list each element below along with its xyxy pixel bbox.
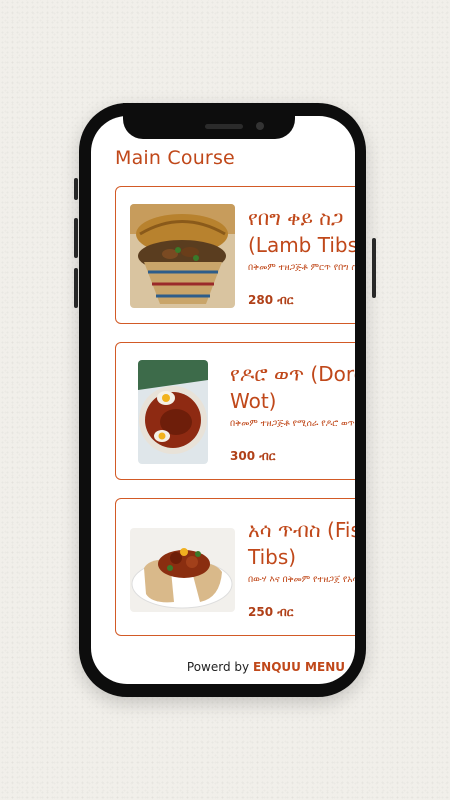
doro-wot-photo	[138, 360, 208, 464]
lamb-tibs-photo	[130, 204, 235, 308]
menu-item-name: አሳ ጥብስ (Fish Tibs)	[248, 518, 355, 569]
phone-volume-up-button	[74, 218, 78, 258]
phone-notch	[123, 103, 295, 139]
menu-item-description: በቅመም ተዘጋጅቶ ምርጥ የበግ ስጋ።	[248, 263, 355, 273]
menu-item-description: በውሃ እና በቅመም የተዘጋጀ የአሳ ምግብ።	[248, 575, 355, 585]
powered-by-label: Powerd by	[186, 660, 250, 674]
menu-item-name: የዶሮ ወጥ (Doro Wot)	[230, 362, 355, 413]
menu-item-price: 280 ብር	[248, 293, 294, 307]
menu-item-card[interactable]: አሳ ጥብስ (Fish Tibs) በውሃ እና በቅመም የተዘጋጀ የአሳ…	[115, 498, 355, 636]
phone-screen: Main Course የበግ ቀይ ስጋ (Lamb Tibs) በቅመም ተ…	[91, 116, 355, 684]
menu-item-card[interactable]: የበግ ቀይ ስጋ (Lamb Tibs) በቅመም ተዘጋጅቶ ምርጥ የበግ…	[115, 186, 355, 324]
fish-tibs-photo	[130, 528, 235, 612]
page-title: Main Course	[115, 147, 235, 169]
menu-item-price: 250 ብር	[248, 605, 294, 619]
front-camera-icon	[256, 122, 264, 130]
menu-item-name: የበግ ቀይ ስጋ (Lamb Tibs)	[248, 206, 355, 257]
phone-volume-down-button	[74, 268, 78, 308]
menu-item-description: በቅመም ተዘጋጅቶ የሚሰራ የዶሮ ወጥ።	[230, 419, 355, 429]
phone-frame: Main Course የበግ ቀይ ስጋ (Lamb Tibs) በቅመም ተ…	[79, 103, 366, 697]
menu-item-card[interactable]: የዶሮ ወጥ (Doro Wot) በቅመም ተዘጋጅቶ የሚሰራ የዶሮ ወጥ…	[115, 342, 355, 480]
speaker-grille	[205, 124, 243, 129]
menu-item-price: 300 ብር	[230, 449, 276, 463]
powered-by-footer: Powerd by ENQUU MENU	[91, 660, 355, 674]
phone-mute-switch	[74, 178, 78, 200]
phone-power-button	[372, 238, 376, 298]
brand-link[interactable]: ENQUU MENU	[253, 660, 345, 674]
